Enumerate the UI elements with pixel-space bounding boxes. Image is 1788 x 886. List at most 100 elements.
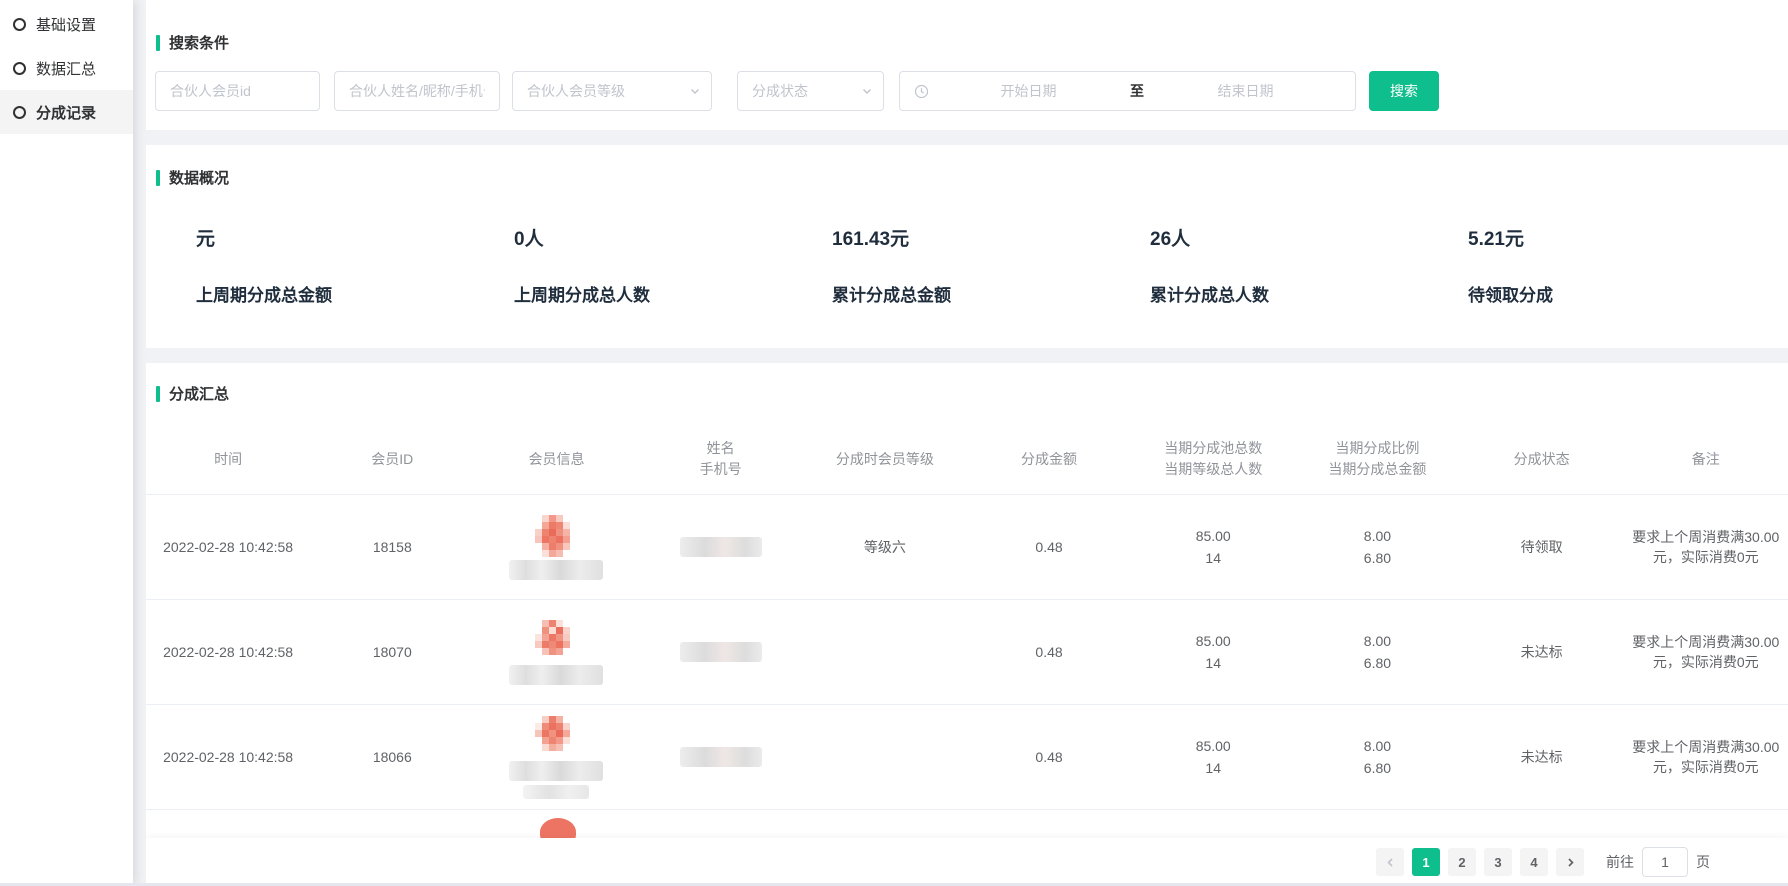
chevron-right-icon	[1565, 857, 1576, 868]
commission-table: 时间 会员ID 会员信息 姓名手机号 分成时会员等级 分成金额 当期分成池总数当…	[146, 430, 1788, 849]
stat-value: 26人	[1150, 224, 1468, 251]
page-unit-label: 页	[1696, 852, 1710, 872]
cell-name-phone	[639, 495, 803, 599]
member-id-field-wrap	[155, 71, 320, 111]
stat-total-people: 26人 累计分成总人数	[1150, 224, 1468, 306]
cell-ratio: 8.006.80	[1295, 600, 1459, 704]
title-accent-bar	[156, 170, 160, 186]
table-section-title: 分成汇总	[146, 383, 1788, 404]
title-accent-bar	[156, 35, 160, 51]
stat-label: 上周期分成总人数	[514, 281, 832, 306]
cell-level	[803, 705, 967, 809]
commission-status-select[interactable]	[737, 71, 884, 111]
stat-last-period-amount: 元 上周期分成总金额	[196, 224, 514, 306]
stat-value: 元	[196, 224, 514, 251]
sidebar: 基础设置 数据汇总 分成记录	[0, 0, 133, 886]
name-phone-blurred	[680, 747, 762, 767]
start-date-input[interactable]	[929, 72, 1128, 110]
cell-amount: 0.48	[967, 495, 1131, 599]
circle-icon	[13, 62, 26, 75]
stat-label: 累计分成总金额	[832, 281, 1150, 306]
member-level-select[interactable]	[512, 71, 712, 111]
col-header-pool: 当期分成池总数当期等级总人数	[1131, 430, 1295, 494]
partner-member-id-input[interactable]	[156, 72, 319, 110]
prev-page-button[interactable]	[1376, 848, 1404, 876]
member-nickname-blurred	[523, 785, 589, 799]
cell-remark: 要求上个周消费满30.00元，实际消费0元	[1624, 600, 1788, 704]
col-header-member-info: 会员信息	[474, 430, 638, 494]
next-page-button[interactable]	[1556, 848, 1584, 876]
search-conditions-card: 搜索条件	[146, 0, 1788, 130]
partner-name-input[interactable]	[335, 72, 499, 110]
member-nickname-blurred	[509, 761, 603, 781]
title-accent-bar	[156, 386, 160, 402]
page-button-4[interactable]: 4	[1520, 848, 1548, 876]
cell-member-info	[474, 600, 638, 704]
stat-value: 5.21元	[1468, 224, 1786, 251]
cell-pool: 85.0014	[1131, 600, 1295, 704]
name-phone-blurred	[680, 642, 762, 662]
cell-amount: 0.48	[967, 600, 1131, 704]
stat-value: 161.43元	[832, 224, 1150, 251]
table-row: 2022-02-28 10:42:58 18070	[146, 599, 1788, 704]
member-nickname-blurred	[509, 560, 603, 580]
cell-member-info	[474, 705, 638, 809]
sidebar-item-commission-records[interactable]: 分成记录	[0, 90, 133, 134]
col-header-status: 分成状态	[1460, 430, 1624, 494]
table-row: 2022-02-28 10:42:58 18158	[146, 494, 1788, 599]
cell-name-phone	[639, 705, 803, 809]
cell-status: 未达标	[1460, 705, 1624, 809]
cell-pool: 85.0014	[1131, 495, 1295, 599]
cell-member-info	[474, 495, 638, 599]
page-button-2[interactable]: 2	[1448, 848, 1476, 876]
sidebar-item-data-summary[interactable]: 数据汇总	[0, 46, 133, 90]
member-level-select-input[interactable]	[513, 72, 711, 110]
stat-total-amount: 161.43元 累计分成总金额	[832, 224, 1150, 306]
cell-ratio: 8.006.80	[1295, 705, 1459, 809]
main-content: 搜索条件	[146, 0, 1788, 886]
goto-label: 前往	[1606, 852, 1634, 872]
cell-member-id: 18158	[310, 495, 474, 599]
table-row: 2022-02-28 10:42:58 18066	[146, 704, 1788, 809]
sidebar-item-label: 分成记录	[36, 102, 96, 123]
col-header-ratio: 当期分成比例当期分成总金额	[1295, 430, 1459, 494]
sidebar-item-label: 数据汇总	[36, 58, 96, 79]
name-phone-blurred	[680, 537, 762, 557]
cell-status: 未达标	[1460, 600, 1624, 704]
sidebar-item-basic-settings[interactable]: 基础设置	[0, 2, 133, 46]
clock-icon	[914, 84, 929, 99]
cell-level	[803, 600, 967, 704]
section-title-text: 数据概况	[169, 167, 229, 188]
stats-row: 元 上周期分成总金额 0人 上周期分成总人数 161.43元 累计分成总金额 2…	[146, 188, 1788, 306]
cell-remark: 要求上个周消费满30.00元，实际消费0元	[1624, 495, 1788, 599]
cell-member-id: 18070	[310, 600, 474, 704]
page-button-1[interactable]: 1	[1412, 848, 1440, 876]
page-button-3[interactable]: 3	[1484, 848, 1512, 876]
date-separator-label: 至	[1128, 81, 1146, 101]
goto-page-group: 前往 页	[1606, 847, 1710, 877]
col-header-level: 分成时会员等级	[803, 430, 967, 494]
cell-ratio: 8.006.80	[1295, 495, 1459, 599]
sidebar-item-label: 基础设置	[36, 14, 96, 35]
chevron-down-icon	[689, 85, 701, 97]
stat-label: 累计分成总人数	[1150, 281, 1468, 306]
member-avatar-blurred	[535, 515, 577, 557]
commission-summary-card: 分成汇总 时间 会员ID 会员信息 姓名手机号 分成时会员等级 分成金额 当期分…	[146, 363, 1788, 886]
search-section-title: 搜索条件	[146, 32, 1788, 53]
date-range-picker[interactable]: 至	[899, 71, 1356, 111]
end-date-input[interactable]	[1146, 72, 1345, 110]
stat-value: 0人	[514, 224, 832, 251]
cell-time: 2022-02-28 10:42:58	[146, 705, 310, 809]
cell-pool: 85.0014	[1131, 705, 1295, 809]
cell-amount: 0.48	[967, 705, 1131, 809]
col-header-member-id: 会员ID	[310, 430, 474, 494]
stat-label: 上周期分成总金额	[196, 281, 514, 306]
goto-page-input[interactable]	[1642, 847, 1688, 877]
cell-remark: 要求上个周消费满30.00元，实际消费0元	[1624, 705, 1788, 809]
search-button[interactable]: 搜索	[1369, 71, 1439, 111]
member-avatar-blurred	[535, 620, 577, 662]
table-header-row: 时间 会员ID 会员信息 姓名手机号 分成时会员等级 分成金额 当期分成池总数当…	[146, 430, 1788, 494]
stat-label: 待领取分成	[1468, 281, 1786, 306]
section-title-text: 分成汇总	[169, 383, 229, 404]
circle-icon	[13, 106, 26, 119]
